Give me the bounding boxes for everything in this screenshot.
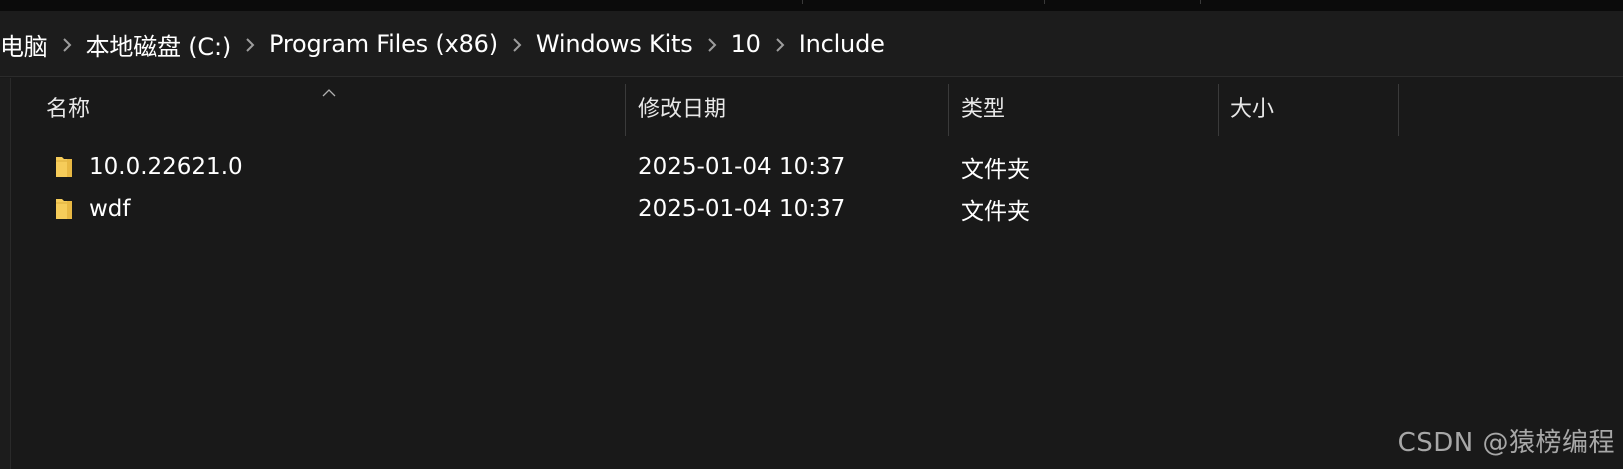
window-top-strip xyxy=(0,0,1623,11)
list-item[interactable]: 10.0.22621.0 2025-01-04 10:37 文件夹 xyxy=(34,147,1434,187)
file-name: 10.0.22621.0 xyxy=(89,154,243,180)
chevron-right-icon[interactable] xyxy=(498,30,536,58)
list-item[interactable]: wdf 2025-01-04 10:37 文件夹 xyxy=(34,189,1434,229)
file-type: 文件夹 xyxy=(961,157,1030,183)
column-divider[interactable] xyxy=(1218,84,1219,136)
breadcrumb-item-10[interactable]: 10 xyxy=(731,30,761,58)
breadcrumb-item-this-pc[interactable]: 电脑 xyxy=(0,27,48,62)
top-strip-tick xyxy=(802,0,803,4)
column-header-modified[interactable]: 修改日期 xyxy=(638,78,726,136)
file-list-view[interactable]: 名称 修改日期 类型 大小 10.0.22621.0 2025-01-04 10… xyxy=(0,78,1623,469)
breadcrumb-item-local-disk[interactable]: 本地磁盘 (C:) xyxy=(86,27,232,62)
column-divider[interactable] xyxy=(625,84,626,136)
chevron-right-icon[interactable] xyxy=(693,30,731,58)
top-strip-tick xyxy=(1200,0,1201,4)
column-header-size[interactable]: 大小 xyxy=(1230,78,1274,136)
breadcrumb-item-program-files[interactable]: Program Files (x86) xyxy=(269,30,498,58)
column-header-type-label: 类型 xyxy=(961,97,1006,122)
column-header-name[interactable]: 名称 xyxy=(46,78,90,136)
column-header-size-label: 大小 xyxy=(1230,97,1275,122)
file-name: wdf xyxy=(89,196,131,222)
chevron-right-icon[interactable] xyxy=(761,30,799,58)
address-bar[interactable]: 电脑 本地磁盘 (C:) Program Files (x86) Windows… xyxy=(0,11,1623,77)
column-header-type[interactable]: 类型 xyxy=(961,78,1005,136)
folder-icon xyxy=(56,199,72,219)
file-modified: 2025-01-04 10:37 xyxy=(638,154,846,180)
column-divider[interactable] xyxy=(1398,84,1399,136)
watermark: CSDN @猿榜编程 xyxy=(1397,428,1615,458)
chevron-right-icon[interactable] xyxy=(48,30,86,58)
file-type: 文件夹 xyxy=(961,199,1030,225)
breadcrumb-item-include[interactable]: Include xyxy=(799,30,885,58)
column-divider[interactable] xyxy=(948,84,949,136)
column-header-modified-label: 修改日期 xyxy=(638,97,727,122)
breadcrumb: 电脑 本地磁盘 (C:) Program Files (x86) Windows… xyxy=(0,11,885,77)
chevron-right-icon[interactable] xyxy=(231,30,269,58)
sort-ascending-icon xyxy=(322,82,336,101)
file-modified: 2025-01-04 10:37 xyxy=(638,196,846,222)
top-strip-tick xyxy=(1044,0,1045,4)
column-header-name-label: 名称 xyxy=(46,97,91,122)
breadcrumb-item-windows-kits[interactable]: Windows Kits xyxy=(536,30,693,58)
navigation-pane-edge xyxy=(0,78,11,469)
folder-icon xyxy=(56,157,72,177)
